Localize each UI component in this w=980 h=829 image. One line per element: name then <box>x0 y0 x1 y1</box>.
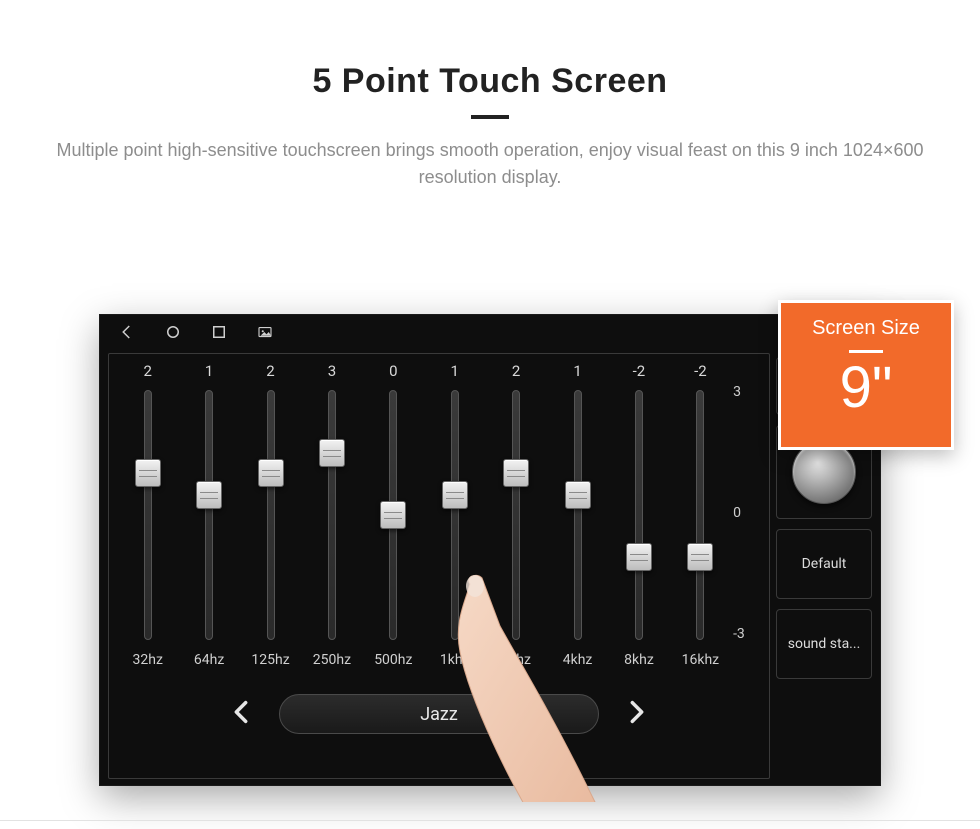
scale-min: -3 <box>733 626 745 642</box>
eq-band-freq: 125hz <box>251 652 289 672</box>
scale-max: 3 <box>733 384 741 400</box>
eq-band-freq: 2khz <box>501 652 531 672</box>
eq-scale: 3 0 -3 <box>731 362 761 672</box>
badge-divider <box>849 350 883 353</box>
eq-slider-thumb[interactable] <box>380 501 406 529</box>
eq-band: 0 500hz <box>363 362 424 672</box>
eq-band-freq: 4khz <box>563 652 593 672</box>
eq-slider[interactable] <box>389 390 397 640</box>
eq-band-freq: 16khz <box>682 652 720 672</box>
eq-band-value: 1 <box>451 362 459 384</box>
eq-slider[interactable] <box>205 390 213 640</box>
eq-slider-thumb[interactable] <box>503 459 529 487</box>
eq-slider[interactable] <box>328 390 336 640</box>
eq-slider[interactable] <box>512 390 520 640</box>
eq-band-value: 1 <box>205 362 213 384</box>
eq-band: -2 8khz <box>608 362 669 672</box>
eq-slider-thumb[interactable] <box>442 481 468 509</box>
scale-zero: 0 <box>733 505 741 521</box>
preset-next-button[interactable] <box>623 698 651 730</box>
eq-band: 1 4khz <box>547 362 608 672</box>
eq-band: 2 125hz <box>240 362 301 672</box>
eq-band-freq: 500hz <box>374 652 412 672</box>
eq-band-freq: 8khz <box>624 652 654 672</box>
eq-slider[interactable] <box>144 390 152 640</box>
eq-band-value: 0 <box>389 362 397 384</box>
home-icon[interactable] <box>164 323 182 345</box>
eq-slider[interactable] <box>696 390 704 640</box>
android-navbar <box>100 315 880 353</box>
badge-label: Screen Size <box>812 317 920 340</box>
eq-slider-thumb[interactable] <box>687 543 713 571</box>
eq-band-value: -2 <box>633 362 646 384</box>
eq-slider[interactable] <box>574 390 582 640</box>
title-underline <box>471 115 509 119</box>
eq-band: 1 64hz <box>178 362 239 672</box>
eq-band-value: 2 <box>266 362 274 384</box>
eq-band: 2 2khz <box>485 362 546 672</box>
sound-stage-label: sound sta... <box>788 636 861 652</box>
page-subtitle: Multiple point high-sensitive touchscree… <box>0 137 980 191</box>
sound-stage-button[interactable]: sound sta... <box>776 609 872 679</box>
eq-slider-thumb[interactable] <box>319 439 345 467</box>
eq-band-value: -2 <box>694 362 707 384</box>
page-divider <box>0 820 980 821</box>
back-icon[interactable] <box>118 323 136 345</box>
eq-band-value: 3 <box>328 362 336 384</box>
eq-band-freq: 250hz <box>313 652 351 672</box>
eq-band: 1 1khz <box>424 362 485 672</box>
default-button[interactable]: Default <box>776 529 872 599</box>
recents-icon[interactable] <box>210 323 228 345</box>
eq-sliders: 2 32hz 1 64hz 2 125hz 3 250hz 0 500hz 1 1khz 2 2khz 1 4… <box>117 362 761 672</box>
eq-slider-thumb[interactable] <box>135 459 161 487</box>
page-title: 5 Point Touch Screen <box>0 62 980 101</box>
eq-band-freq: 64hz <box>194 652 224 672</box>
preset-selector[interactable]: Jazz <box>279 694 599 734</box>
badge-value: 9" <box>840 359 893 417</box>
eq-band-freq: 1khz <box>440 652 470 672</box>
eq-band-value: 2 <box>143 362 151 384</box>
preset-prev-button[interactable] <box>227 698 255 730</box>
eq-slider[interactable] <box>451 390 459 640</box>
eq-slider[interactable] <box>635 390 643 640</box>
eq-slider-thumb[interactable] <box>565 481 591 509</box>
eq-slider[interactable] <box>267 390 275 640</box>
default-button-label: Default <box>802 556 847 572</box>
eq-slider-thumb[interactable] <box>258 459 284 487</box>
screen-size-badge: Screen Size 9" <box>778 300 954 450</box>
eq-band-freq: 32hz <box>133 652 163 672</box>
eq-band: 3 250hz <box>301 362 362 672</box>
device-screenshot: 2 32hz 1 64hz 2 125hz 3 250hz 0 500hz 1 1khz 2 2khz 1 4… <box>100 315 880 785</box>
eq-band-value: 2 <box>512 362 520 384</box>
equalizer-panel: 2 32hz 1 64hz 2 125hz 3 250hz 0 500hz 1 1khz 2 2khz 1 4… <box>108 353 770 779</box>
eq-slider-thumb[interactable] <box>626 543 652 571</box>
image-icon[interactable] <box>256 323 274 345</box>
eq-band-value: 1 <box>573 362 581 384</box>
eq-band: 2 32hz <box>117 362 178 672</box>
eq-band: -2 16khz <box>670 362 731 672</box>
eq-slider-thumb[interactable] <box>196 481 222 509</box>
